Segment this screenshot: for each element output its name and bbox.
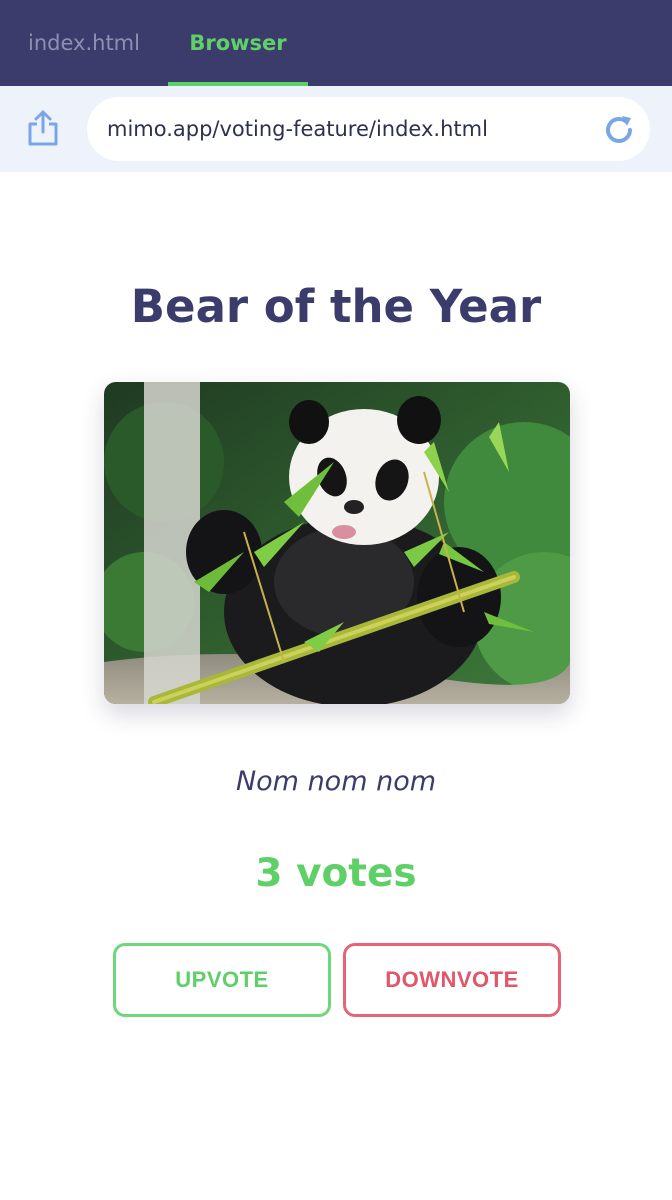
page-title: Bear of the Year: [130, 280, 542, 333]
address-bar: mimo.app/voting-feature/index.html: [0, 86, 672, 172]
downvote-button[interactable]: DOWNVOTE: [343, 943, 561, 1017]
tab-index-html[interactable]: index.html: [0, 0, 168, 86]
vote-count: 3 votes: [255, 851, 417, 896]
tab-bar: index.html Browser: [0, 0, 672, 86]
upvote-button[interactable]: UPVOTE: [113, 943, 331, 1017]
tab-browser[interactable]: Browser: [168, 0, 308, 86]
panda-photo: [104, 382, 570, 704]
url-field[interactable]: mimo.app/voting-feature/index.html: [87, 97, 650, 161]
tab-label: Browser: [189, 31, 287, 55]
photo-caption: Nom nom nom: [235, 766, 437, 797]
share-icon[interactable]: [24, 108, 62, 148]
tab-label: index.html: [28, 31, 140, 55]
url-text: mimo.app/voting-feature/index.html: [107, 117, 488, 141]
reload-icon[interactable]: [600, 111, 638, 149]
